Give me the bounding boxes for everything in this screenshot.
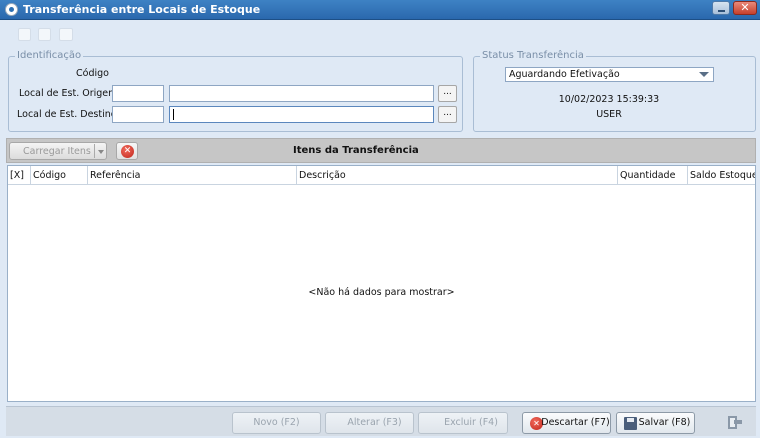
load-items-label: Carregar Itens xyxy=(23,146,91,157)
excluir-label: Excluir (F4) xyxy=(444,417,498,428)
column-header-codigo[interactable]: Código xyxy=(31,166,88,184)
status-select[interactable]: Aguardando Efetivação xyxy=(505,67,714,82)
novo-label: Novo (F2) xyxy=(253,417,300,428)
status-datetime: 10/02/2023 15:39:33 xyxy=(558,94,660,105)
salvar-button[interactable]: Salvar (F8) xyxy=(616,412,695,434)
descartar-button[interactable]: ✕ Descartar (F7) xyxy=(522,412,611,434)
column-header-check[interactable]: [X] xyxy=(8,166,31,184)
minimize-button[interactable] xyxy=(712,1,730,15)
title-bar: Transferência entre Locais de Estoque ✕ xyxy=(0,0,760,20)
status-group-title: Status Transferência xyxy=(480,50,586,61)
status-selected-value: Aguardando Efetivação xyxy=(509,69,620,80)
novo-button[interactable]: Novo (F2) xyxy=(232,412,321,434)
arrow-shape xyxy=(734,420,742,424)
dropdown-arrow-icon[interactable] xyxy=(98,150,104,154)
exit-icon[interactable] xyxy=(724,414,744,431)
app-icon xyxy=(5,3,18,16)
text-cursor xyxy=(173,109,174,120)
origem-description-input[interactable] xyxy=(169,85,434,102)
chevron-down-icon xyxy=(699,72,709,77)
close-button[interactable]: ✕ xyxy=(733,1,757,15)
items-grid[interactable]: [X] Código Referência Descrição Quantida… xyxy=(7,165,756,402)
origem-label: Local de Est. Origem xyxy=(19,88,118,99)
alterar-label: Alterar (F3) xyxy=(347,417,402,428)
column-header-descricao[interactable]: Descrição xyxy=(297,166,618,184)
destino-lookup-button[interactable]: ... xyxy=(438,106,457,123)
excluir-button[interactable]: Excluir (F4) xyxy=(418,412,508,434)
footer-bar: Novo (F2) Alterar (F3) Excluir (F4) ✕ De… xyxy=(6,406,756,436)
split-separator xyxy=(94,144,95,158)
toolbar-button-2[interactable] xyxy=(38,28,51,41)
window-title: Transferência entre Locais de Estoque xyxy=(23,3,261,16)
destino-code-input[interactable] xyxy=(112,106,164,123)
origem-lookup-button[interactable]: ... xyxy=(438,85,457,102)
items-toolbar: Carregar Itens ✕ Itens da Transferência xyxy=(6,138,756,163)
toolbar-button-1[interactable] xyxy=(18,28,31,41)
empty-grid-message: <Não há dados para mostrar> xyxy=(308,287,455,298)
identificacao-group-title: Identificação xyxy=(15,50,84,61)
descartar-label: Descartar (F7) xyxy=(541,417,610,428)
column-header-saldo[interactable]: Saldo Estoque xyxy=(688,166,755,184)
items-title: Itens da Transferência xyxy=(293,145,419,156)
column-header-referencia[interactable]: Referência xyxy=(88,166,297,184)
delete-icon: ✕ xyxy=(121,145,134,158)
remove-item-button[interactable]: ✕ xyxy=(116,142,138,160)
grid-header: [X] Código Referência Descrição Quantida… xyxy=(8,166,755,185)
destino-description-input[interactable] xyxy=(169,106,434,123)
load-items-button[interactable]: Carregar Itens xyxy=(9,142,107,160)
alterar-button[interactable]: Alterar (F3) xyxy=(325,412,414,434)
toolbar-button-3[interactable] xyxy=(59,28,73,41)
status-user: USER xyxy=(596,109,622,120)
destino-label: Local de Est. Destino xyxy=(17,109,117,120)
origem-code-input[interactable] xyxy=(112,85,164,102)
salvar-label: Salvar (F8) xyxy=(638,417,691,428)
codigo-label: Código xyxy=(76,68,109,79)
column-header-quantidade[interactable]: Quantidade xyxy=(618,166,688,184)
